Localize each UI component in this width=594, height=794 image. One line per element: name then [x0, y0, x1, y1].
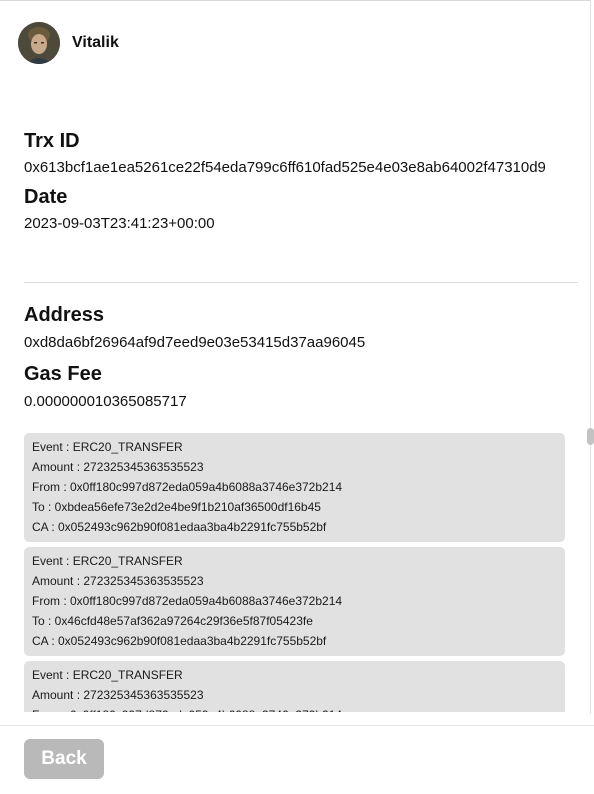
event-amount: Amount : 272325345363535523	[32, 574, 204, 588]
event-to: To : 0x46cfd48e57af362a97264c29f36e5f87f…	[32, 614, 313, 628]
avatar-image	[18, 22, 60, 64]
date-value: 2023-09-03T23:41:23+00:00	[24, 215, 215, 232]
username: Vitalik	[72, 34, 119, 51]
event-card: Event : ERC20_TRANSFER Amount : 272325345…	[24, 661, 565, 712]
event-contract: CA : 0x052493c962b90f081edaa3ba4b2291fc7…	[32, 634, 327, 648]
event-to: To : 0xbdea56efe73e2d2e4be9f1b210af36500…	[32, 500, 321, 514]
date-label: Date	[24, 186, 68, 208]
event-type: Event : ERC20_TRANSFER	[32, 440, 183, 454]
event-from: From : 0x0ff180c997d872eda059a4b6088a374…	[32, 594, 343, 608]
event-type: Event : ERC20_TRANSFER	[32, 554, 183, 568]
events-container: Event : ERC20_TRANSFER Amount : 272325345…	[24, 428, 565, 712]
profile-header: Vitalik	[18, 22, 119, 64]
event-type: Event : ERC20_TRANSFER	[32, 668, 183, 682]
divider	[24, 282, 578, 283]
event-contract: CA : 0x052493c962b90f081edaa3ba4b2291fc7…	[32, 520, 327, 534]
event-card: Event : ERC20_TRANSFER Amount : 272325345…	[24, 433, 565, 542]
events-list[interactable]: Event : ERC20_TRANSFER Amount : 272325345…	[24, 428, 594, 712]
top-border	[0, 0, 590, 1]
avatar[interactable]	[18, 22, 60, 64]
event-amount: Amount : 272325345363535523	[32, 460, 204, 474]
gas-fee-value: 0.000000010365085717	[24, 393, 187, 410]
footer-divider	[0, 725, 594, 726]
trx-id-value: 0x613bcf1ae1ea5261ce22f54eda799c6ff610fa…	[24, 159, 546, 176]
scrollbar-thumb[interactable]	[587, 428, 594, 445]
events-scrollbar[interactable]	[587, 428, 594, 712]
address-label: Address	[24, 304, 105, 326]
gas-fee-label: Gas Fee	[24, 363, 102, 385]
address-section: Address 0xd8da6bf26964af9d7eed9e03e53415…	[24, 303, 574, 413]
address-value: 0xd8da6bf26964af9d7eed9e03e53415d37aa960…	[24, 334, 366, 351]
event-from: From : 0x0ff180c997d872eda059a4b6088a374…	[32, 705, 557, 712]
back-button[interactable]: Back	[24, 739, 104, 779]
event-card: Event : ERC20_TRANSFER Amount : 272325345…	[24, 547, 565, 656]
trx-id-label: Trx ID	[24, 130, 80, 152]
event-from: From : 0x0ff180c997d872eda059a4b6088a374…	[32, 480, 343, 494]
event-amount: Amount : 272325345363535523	[32, 688, 204, 702]
transaction-section: Trx ID 0x613bcf1ae1ea5261ce22f54eda799c6…	[24, 129, 574, 235]
